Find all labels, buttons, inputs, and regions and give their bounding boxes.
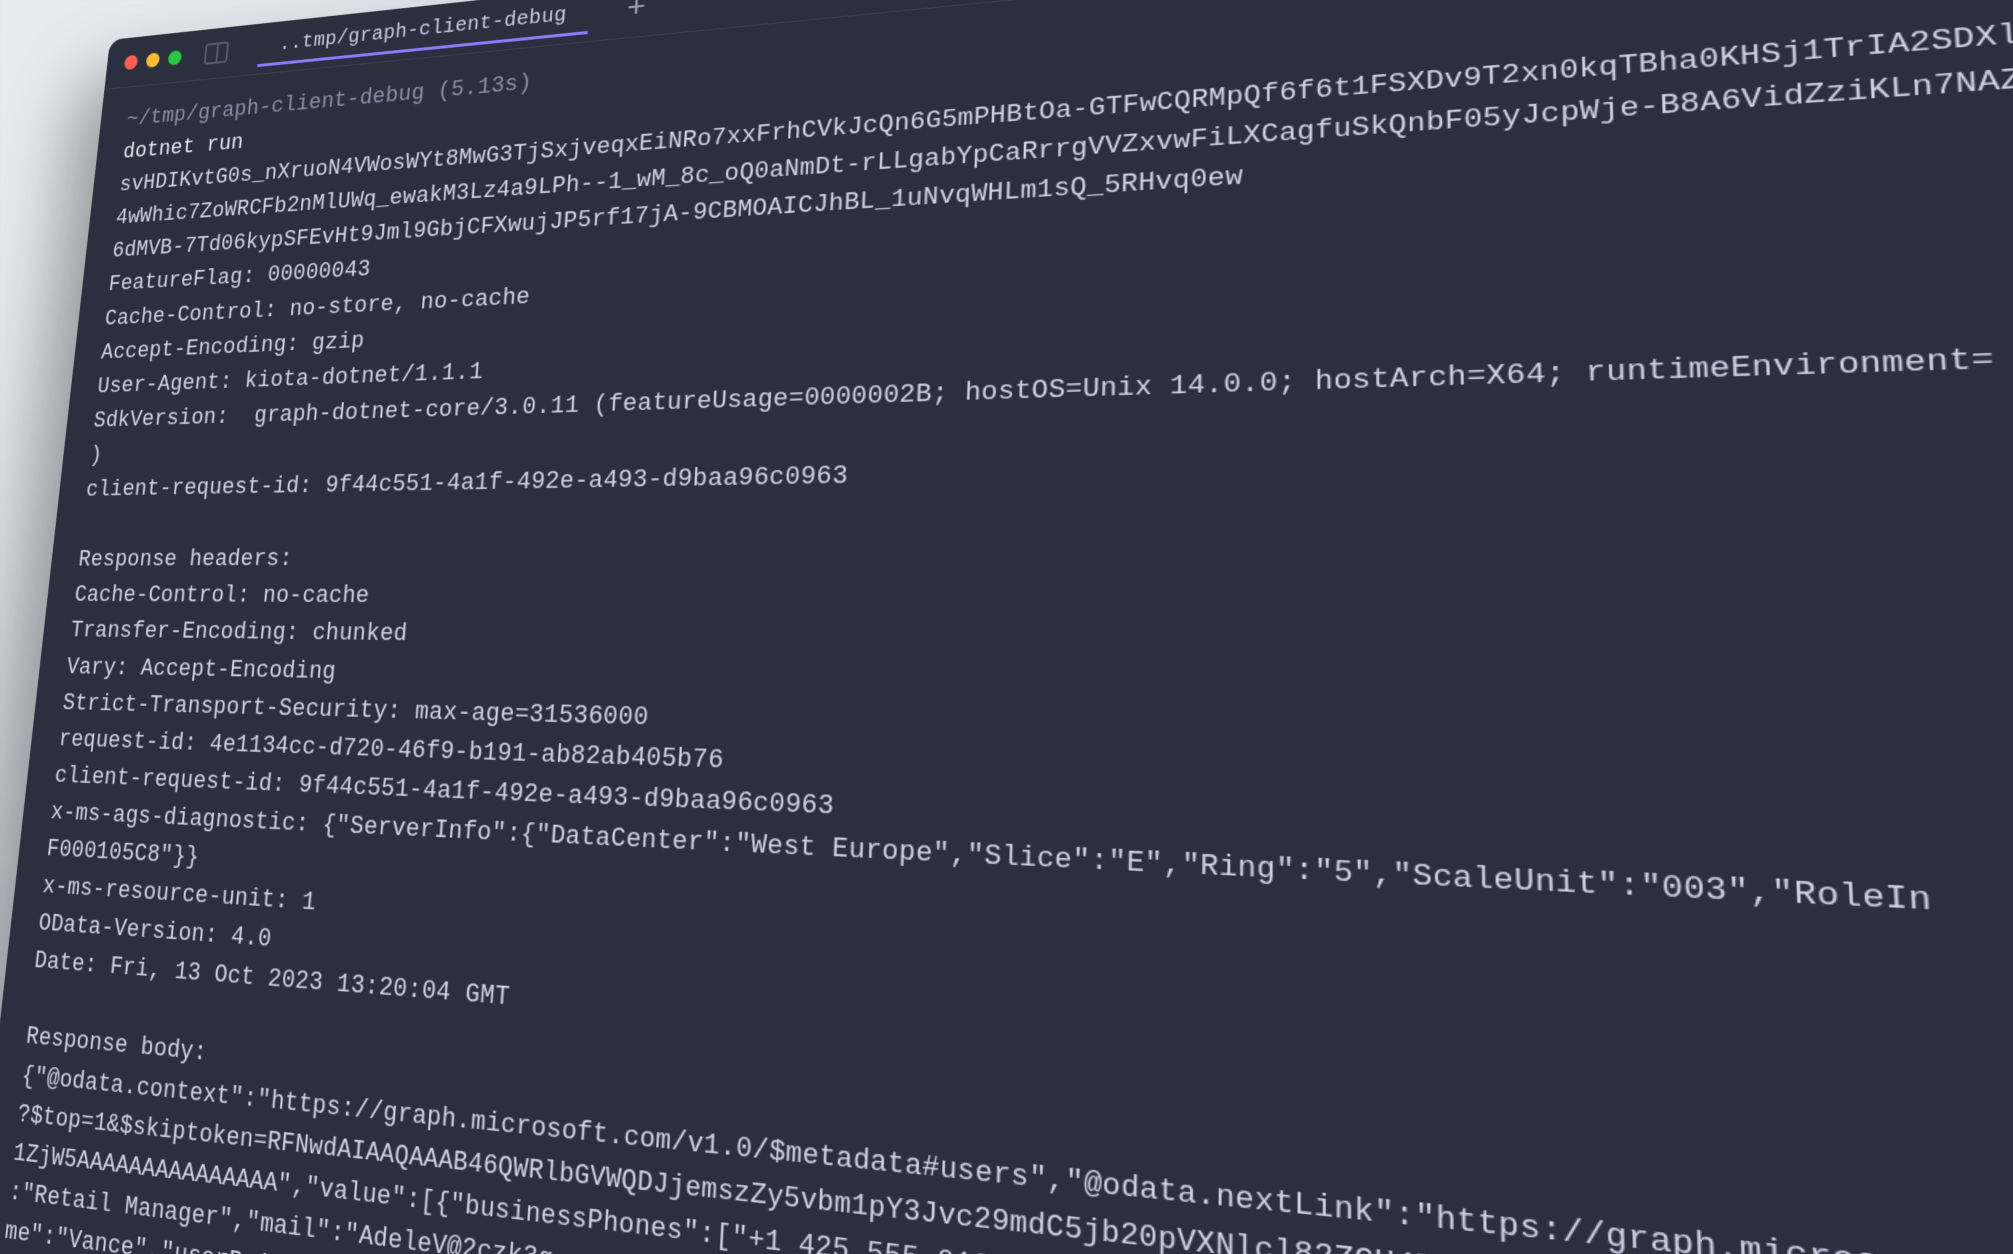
command: dotnet run [122,130,245,165]
res-header: Transfer-Encoding: chunked [69,618,408,649]
split-panes-icon[interactable] [204,41,230,65]
new-tab-button[interactable]: + [626,0,647,26]
req-header: Accept-Encoding: gzip [100,328,366,366]
res-header: x-ms-ags-diagnostic: {"ServerInfo":{"Dat… [49,799,1932,920]
prompt-path: ~/tmp/graph-client-debug [126,80,426,132]
req-header: ) [89,442,104,468]
close-icon[interactable] [124,54,139,70]
res-header: Strict-Transport-Security: max-age=31536… [61,690,649,733]
terminal-window: ..tmp/graph-client-debug + ~/tmp/graph-c… [0,0,2013,1254]
res-header: Date: Fri, 13 Oct 2023 13:20:04 GMT [33,947,511,1013]
prompt-timing: (5.13s) [437,70,533,104]
res-header: OData-Version: 4.0 [37,910,273,954]
req-header: client-request-id: 9f44c551-4a1f-492e-a4… [85,462,849,503]
res-header: Vary: Accept-Encoding [65,654,337,686]
req-header: User-Agent: kiota-dotnet/1.1.1 [96,358,484,399]
res-header: x-ms-resource-unit: 1 [41,872,317,917]
terminal-output[interactable]: ~/tmp/graph-client-debug (5.13s) dotnet … [0,0,2013,1254]
section-label: Response headers: [77,546,294,573]
minimize-icon[interactable] [146,52,161,68]
traffic-lights [124,50,183,70]
section-label: Response body: [25,1023,208,1068]
zoom-icon[interactable] [168,50,183,66]
req-header: FeatureFlag: 00000043 [107,257,371,298]
res-header: Cache-Control: no-cache [73,582,370,610]
res-header: F000105C8"}} [45,835,200,871]
